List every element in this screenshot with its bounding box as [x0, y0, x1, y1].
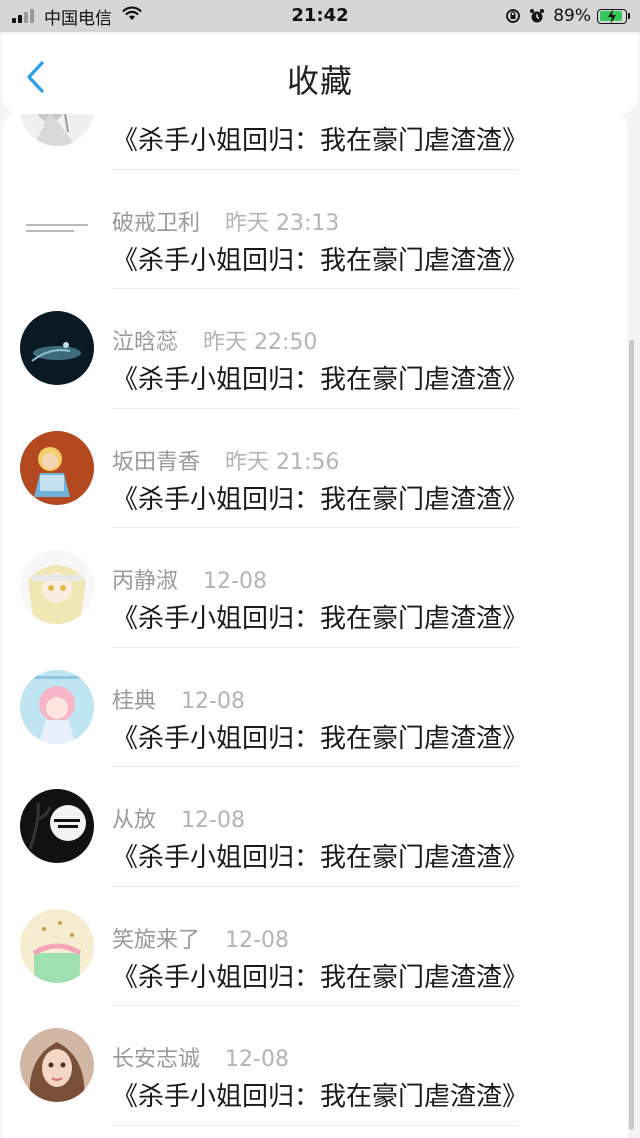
- favorites-screen: 中国电信 21:42 89% 收藏 《杀手小姐回归：我在豪门虐渣渣》 破戒卫利 …: [0, 0, 640, 1138]
- user-name[interactable]: 长安志诚: [112, 1047, 200, 1072]
- favorites-list-content: 《杀手小姐回归：我在豪门虐渣渣》 破戒卫利 昨天 23:13 《杀手小姐回归：我…: [2, 112, 628, 1126]
- item-time: 昨天 23:13: [225, 210, 340, 236]
- item-time: 12-08: [225, 927, 289, 953]
- item-meta: 泣晗蕊 昨天 22:50: [112, 324, 317, 356]
- alarm-icon: [529, 8, 545, 24]
- favorite-content: 《杀手小姐回归：我在豪门虐渣渣》: [112, 843, 529, 873]
- sketch-avatar[interactable]: [20, 112, 94, 146]
- favorite-content: 《杀手小姐回归：我在豪门虐渣渣》: [112, 245, 529, 276]
- item-time: 12-08: [203, 569, 267, 594]
- anime-blonde-avatar[interactable]: [20, 550, 94, 624]
- list-item-0[interactable]: 《杀手小姐回归：我在豪门虐渣渣》: [2, 112, 628, 170]
- user-name[interactable]: 桂典: [112, 689, 156, 714]
- item-time: 12-08: [225, 1047, 289, 1072]
- list-item-8[interactable]: 长安志诚 12-08 《杀手小姐回归：我在豪门虐渣渣》: [2, 1006, 628, 1126]
- divider: [112, 1124, 518, 1126]
- favorite-content: 《杀手小姐回归：我在豪门虐渣渣》: [112, 365, 529, 395]
- favorites-list[interactable]: 《杀手小姐回归：我在豪门虐渣渣》 破戒卫利 昨天 23:13 《杀手小姐回归：我…: [2, 112, 628, 1138]
- list-item-6[interactable]: 从放 12-08 《杀手小姐回归：我在豪门虐渣渣》: [2, 767, 628, 887]
- user-name[interactable]: 泣晗蕊: [112, 330, 178, 355]
- rotation-lock-icon: [505, 8, 521, 24]
- item-time: 12-08: [181, 688, 245, 714]
- favorite-content: 《杀手小姐回归：我在豪门虐渣渣》: [112, 604, 529, 634]
- nav-bar: 收藏: [2, 34, 638, 114]
- item-time: 昨天 22:50: [203, 330, 318, 355]
- favorite-content: 《杀手小姐回归：我在豪门虐渣渣》: [112, 484, 529, 515]
- status-bar: 中国电信 21:42 89%: [0, 0, 640, 32]
- scrollbar[interactable]: [629, 340, 634, 1130]
- halloween-avatar[interactable]: [20, 789, 94, 863]
- item-meta: 笑旋来了 12-08: [112, 922, 289, 954]
- favorite-content: 《杀手小姐回归：我在豪门虐渣渣》: [112, 962, 529, 993]
- battery-icon: [597, 8, 630, 24]
- user-name[interactable]: 丙静淑: [112, 569, 178, 594]
- user-name[interactable]: 笑旋来了: [112, 928, 200, 953]
- selfie-photo-avatar[interactable]: [20, 1028, 94, 1102]
- item-meta: 桂典 12-08: [112, 683, 245, 715]
- battery-percent: 89%: [553, 6, 591, 26]
- list-item-5[interactable]: 桂典 12-08 《杀手小姐回归：我在豪门虐渣渣》: [2, 648, 628, 767]
- text-note-avatar[interactable]: [20, 191, 94, 266]
- list-item-4[interactable]: 丙静淑 12-08 《杀手小姐回归：我在豪门虐渣渣》: [2, 528, 628, 648]
- user-name[interactable]: 从放: [112, 808, 156, 833]
- cartoon-girl-avatar[interactable]: [20, 430, 94, 505]
- list-item-3[interactable]: 坂田青香 昨天 21:56 《杀手小姐回归：我在豪门虐渣渣》: [2, 409, 628, 528]
- pastel-pattern-avatar[interactable]: [20, 908, 94, 983]
- status-right: 89%: [505, 0, 630, 32]
- anime-pink-avatar[interactable]: [20, 669, 94, 744]
- list-item-7[interactable]: 笑旋来了 12-08 《杀手小姐回归：我在豪门虐渣渣》: [2, 887, 628, 1006]
- list-item-1[interactable]: 破戒卫利 昨天 23:13 《杀手小姐回归：我在豪门虐渣渣》: [2, 170, 628, 289]
- user-name[interactable]: 破戒卫利: [112, 211, 200, 236]
- favorite-content: 《杀手小姐回归：我在豪门虐渣渣》: [112, 1082, 529, 1112]
- item-time: 昨天 21:56: [225, 449, 340, 475]
- item-time: 12-08: [181, 808, 245, 833]
- item-meta: 长安志诚 12-08: [112, 1041, 289, 1073]
- list-item-2[interactable]: 泣晗蕊 昨天 22:50 《杀手小姐回归：我在豪门虐渣渣》: [2, 289, 628, 409]
- item-meta: 破戒卫利 昨天 23:13: [112, 205, 339, 237]
- user-name[interactable]: 坂田青香: [112, 450, 200, 475]
- favorite-content: 《杀手小姐回归：我在豪门虐渣渣》: [112, 126, 529, 156]
- page-title: 收藏: [286, 62, 353, 100]
- item-meta: 坂田青香 昨天 21:56: [112, 444, 339, 476]
- item-meta: 从放 12-08: [112, 802, 245, 834]
- favorite-content: 《杀手小姐回归：我在豪门虐渣渣》: [112, 723, 529, 754]
- night-sea-avatar[interactable]: [20, 311, 94, 385]
- item-meta: 丙静淑 12-08: [112, 563, 267, 595]
